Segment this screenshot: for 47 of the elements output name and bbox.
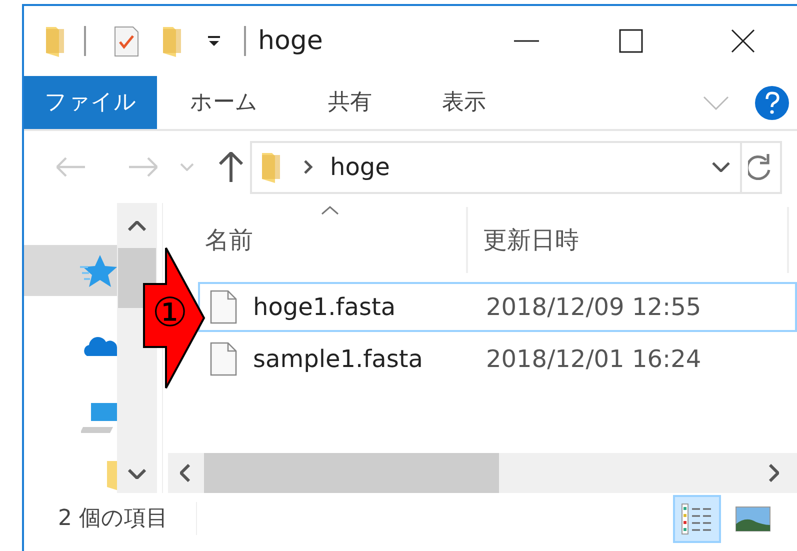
scroll-right-button[interactable]	[769, 464, 779, 482]
column-header[interactable]: 更新日時	[468, 207, 789, 273]
help-icon[interactable]	[755, 86, 789, 120]
minimize-button[interactable]	[514, 40, 539, 42]
status-text: 2 個の項目	[58, 502, 197, 535]
address-path[interactable]: hoge	[330, 149, 390, 185]
modified-date: 2018/12/01 16:24	[486, 344, 702, 375]
annotation-number: ①	[152, 293, 188, 333]
refresh-button[interactable]	[742, 140, 782, 194]
file-row[interactable]: hoge1.fasta 2018/12/09 12:55	[198, 282, 797, 332]
breadcrumb-chevron-icon	[304, 160, 313, 174]
scroll-up-button[interactable]	[128, 221, 146, 231]
window-title: hoge	[258, 24, 323, 58]
ribbon-tab[interactable]: 共有	[328, 76, 372, 129]
scroll-down-icon	[128, 469, 146, 479]
maximize-icon	[619, 29, 643, 53]
folder-icon	[260, 151, 282, 183]
details-view-button[interactable]	[673, 494, 721, 542]
star-icon	[80, 253, 117, 288]
address-bar[interactable]: hoge	[250, 140, 742, 194]
file-tab[interactable]: ファイル	[24, 76, 157, 129]
dropdown-chevron-icon[interactable]	[712, 162, 730, 172]
file-icon	[210, 290, 237, 324]
close-icon	[731, 29, 755, 53]
maximize-button[interactable]	[619, 29, 643, 53]
refresh-icon	[748, 154, 772, 180]
modified-date: 2018/12/09 12:55	[486, 292, 702, 323]
scroll-left-icon	[180, 464, 190, 482]
scroll-down-button[interactable]	[128, 469, 146, 479]
scroll-up-icon	[128, 221, 146, 231]
scroll-left-button[interactable]	[180, 464, 190, 482]
large-icons-view-icon	[735, 506, 771, 532]
up-arrow-icon[interactable]	[219, 152, 243, 182]
file-name: hoge1.fasta	[253, 292, 397, 323]
file-row[interactable]: sample1.fasta 2018/12/01 16:24	[198, 334, 797, 384]
ribbon-tab[interactable]: 表示	[442, 76, 486, 129]
checklist-icon[interactable]	[114, 26, 139, 56]
file-name: sample1.fasta	[253, 344, 424, 375]
minimize-icon	[514, 40, 539, 42]
scrollbar-thumb[interactable]	[204, 453, 499, 493]
details-view-icon	[681, 502, 713, 534]
scroll-right-icon	[769, 464, 779, 482]
dropdown-caret-icon[interactable]	[208, 36, 220, 46]
file-icon	[210, 342, 237, 376]
computer-icon	[81, 400, 117, 435]
close-button[interactable]	[731, 29, 755, 53]
ribbon-tab[interactable]: ホーム	[190, 76, 258, 129]
